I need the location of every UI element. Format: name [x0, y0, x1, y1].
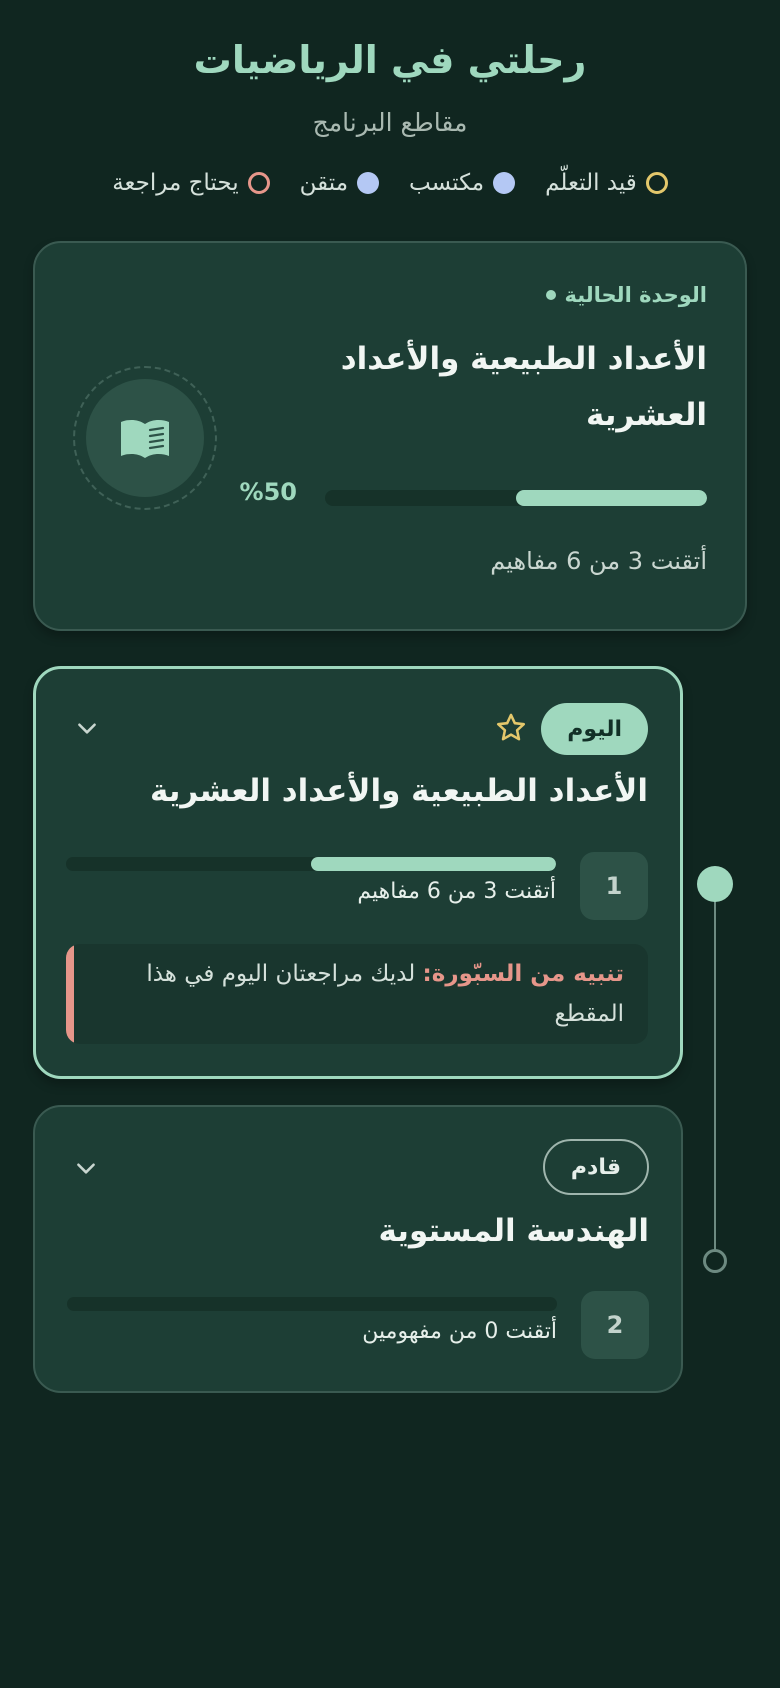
current-unit-label-text: الوحدة الحالية — [564, 283, 707, 307]
upcoming-badge: قادم — [542, 1139, 649, 1195]
board-warning: تنبيه من السبّورة: لديك مراجعتان اليوم ف… — [66, 944, 648, 1044]
timeline-line — [714, 884, 716, 1260]
progress-fill — [311, 857, 556, 871]
book-icon — [121, 419, 169, 458]
mastered-status-icon — [357, 172, 380, 194]
segment-title: الهندسة المستوية — [378, 1213, 650, 1249]
chevron-down-icon[interactable] — [74, 715, 100, 741]
legend-item-acquired: مكتسب — [409, 170, 516, 196]
legend-item-learning: قيد التعلّم — [545, 170, 668, 196]
acquired-status-icon — [493, 172, 516, 194]
app-screen: رحلتي في الرياضيات مقاطع البرنامج قيد ال… — [0, 0, 780, 1688]
chevron-down-icon[interactable] — [73, 1155, 99, 1181]
book-icon-circle — [86, 379, 204, 497]
legend-label: متقن — [299, 170, 349, 196]
book-icon-ring — [73, 366, 217, 510]
status-legend: قيد التعلّم مكتسب متقن يحتاج مراجعة — [0, 170, 780, 196]
learning-status-icon — [645, 172, 668, 194]
legend-item-review: يحتاج مراجعة — [112, 170, 270, 196]
legend-label: يحتاج مراجعة — [112, 170, 239, 196]
current-unit-summary: أتقنت 3 من 6 مفاهيم — [490, 547, 707, 575]
page-subtitle: مقاطع البرنامج — [312, 108, 468, 137]
timeline-upcoming-dot — [703, 1249, 727, 1273]
today-badge: اليوم — [541, 703, 648, 755]
review-status-icon — [247, 172, 270, 194]
timeline-active-dot — [697, 866, 733, 902]
segment-progress-bar — [67, 1297, 557, 1311]
warning-heading: تنبيه من السبّورة: — [422, 961, 624, 987]
segment-progress-bar — [66, 857, 556, 871]
page-title: رحلتي في الرياضيات — [193, 38, 587, 82]
legend-label: مكتسب — [409, 170, 485, 196]
star-icon[interactable] — [494, 711, 528, 745]
segment-card-upcoming[interactable]: قادم الهندسة المستوية 2 أتقنت 0 من مفهوم… — [33, 1105, 683, 1393]
segment-title: الأعداد الطبيعية والأعداد العشرية — [149, 773, 648, 809]
progress-fill — [516, 490, 707, 506]
segment-summary: أتقنت 0 من مفهومين — [362, 1319, 557, 1344]
current-unit-progress-bar — [325, 490, 707, 506]
segment-number: 2 — [581, 1291, 649, 1359]
current-unit-percent: %50 — [239, 478, 297, 506]
segment-number: 1 — [580, 852, 648, 920]
current-unit-title: الأعداد الطبيعية والأعداد العشرية — [340, 341, 707, 433]
segment-card-today[interactable]: اليوم الأعداد الطبيعية والأعداد العشرية … — [33, 666, 683, 1079]
current-unit-card[interactable]: الوحدة الحالية الأعداد الطبيعية والأعداد… — [33, 241, 747, 631]
dot-icon — [546, 290, 557, 300]
current-unit-label: الوحدة الحالية — [546, 283, 707, 307]
segment-summary: أتقنت 3 من 6 مفاهيم — [357, 879, 556, 904]
legend-label: قيد التعلّم — [545, 170, 637, 196]
legend-item-mastered: متقن — [299, 170, 380, 196]
